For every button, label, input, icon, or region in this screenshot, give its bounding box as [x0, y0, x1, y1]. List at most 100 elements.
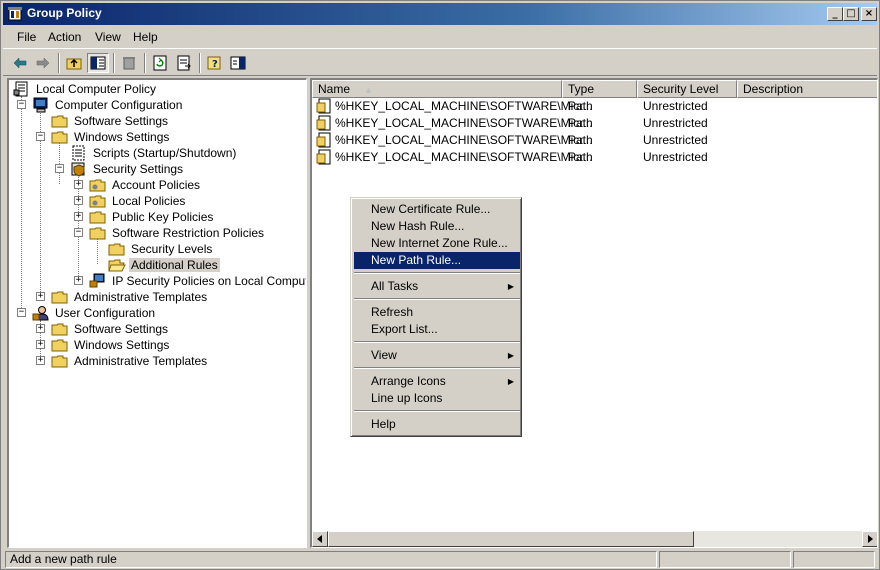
tree-item-user-configuration[interactable]: User Configuration [32, 305, 157, 321]
menu-arrange-icons[interactable]: Arrange Icons ▶ [354, 373, 520, 390]
status-bar: Add a new path rule [3, 550, 877, 569]
collapse-toggle[interactable]: − [17, 100, 26, 109]
collapse-toggle[interactable]: − [36, 132, 45, 141]
show-hide-tree-button[interactable] [87, 53, 109, 73]
console-tree-button[interactable] [227, 53, 249, 73]
horizontal-scrollbar[interactable] [312, 531, 877, 547]
tree-item-security-levels[interactable]: Security Levels [108, 241, 214, 257]
path-rule-icon [316, 115, 331, 131]
column-header-type[interactable]: Type [562, 80, 637, 98]
rule-security-level: Unrestricted [643, 99, 708, 113]
title-bar[interactable]: Group Policy _ □ × [3, 3, 877, 25]
rule-type: Path [568, 116, 593, 130]
expand-toggle[interactable]: + [74, 276, 83, 285]
expand-toggle[interactable]: + [36, 340, 45, 349]
delete-button[interactable] [118, 53, 140, 73]
collapse-toggle[interactable]: − [74, 228, 83, 237]
tree-label: Security Levels [131, 242, 213, 256]
menu-file[interactable]: File [17, 30, 36, 44]
script-icon [72, 145, 85, 161]
forward-icon [36, 57, 50, 69]
menu-help[interactable]: Help [133, 30, 158, 44]
tree-item-software-restriction-policies[interactable]: Software Restriction Policies [89, 225, 266, 241]
list-item[interactable]: %HKEY_LOCAL_MACHINE\SOFTWARE\Micr... Pat… [314, 98, 874, 115]
refresh-button[interactable] [149, 53, 171, 73]
tree-label: Public Key Policies [112, 210, 214, 224]
expand-toggle[interactable]: + [74, 196, 83, 205]
tree-label: Software Settings [74, 322, 169, 336]
menu-export-list[interactable]: Export List... [354, 321, 520, 338]
menu-new-hash-rule[interactable]: New Hash Rule... [354, 218, 520, 235]
user-icon [32, 306, 49, 321]
tree-item-user-administrative-templates[interactable]: Administrative Templates [51, 353, 209, 369]
tree-item-ip-security-policies[interactable]: IP Security Policies on Local Computer [89, 273, 306, 289]
menu-bar: File Action View Help [3, 27, 877, 47]
menu-help[interactable]: Help [354, 416, 520, 433]
column-header-description[interactable]: Description [737, 80, 877, 98]
path-rule-icon [316, 149, 331, 165]
menu-new-certificate-rule[interactable]: New Certificate Rule... [354, 201, 520, 218]
tree-item-user-software-settings[interactable]: Software Settings [51, 321, 170, 337]
tree-label: Administrative Templates [74, 290, 208, 304]
tree-label: Account Policies [112, 178, 201, 192]
maximize-button[interactable]: □ [843, 7, 859, 21]
menu-refresh[interactable]: Refresh [354, 304, 520, 321]
expand-toggle[interactable]: + [74, 212, 83, 221]
tree-item-public-key-policies[interactable]: Public Key Policies [89, 209, 215, 225]
close-button[interactable]: × [861, 7, 877, 21]
tree-label: Windows Settings [74, 338, 170, 352]
back-button[interactable] [9, 53, 31, 73]
expand-toggle[interactable]: + [36, 356, 45, 365]
column-header-security-level[interactable]: Security Level [637, 80, 737, 98]
tree-label: Windows Settings [74, 130, 170, 144]
expand-toggle[interactable]: + [36, 292, 45, 301]
menu-view[interactable]: View ▶ [354, 347, 520, 364]
menu-action[interactable]: Action [48, 30, 81, 44]
window-title: Group Policy [27, 6, 102, 20]
scroll-left-button[interactable] [312, 531, 328, 547]
menu-new-internet-zone-rule[interactable]: New Internet Zone Rule... [354, 235, 520, 252]
expand-toggle[interactable]: + [36, 324, 45, 333]
column-header-name[interactable]: Name ▲ [312, 80, 562, 98]
back-icon [13, 57, 27, 69]
arrow-left-icon [317, 535, 322, 543]
folder-icon [51, 115, 68, 128]
tree-item-administrative-templates[interactable]: Administrative Templates [51, 289, 209, 305]
delete-icon [123, 57, 135, 70]
export-list-button[interactable] [173, 53, 195, 73]
toolbar-separator [58, 53, 60, 73]
tree-item-security-settings[interactable]: Security Settings [70, 161, 185, 177]
menu-view[interactable]: View [95, 30, 121, 44]
collapse-toggle[interactable]: − [17, 308, 26, 317]
scroll-right-button[interactable] [862, 531, 877, 547]
minimize-button[interactable]: _ [827, 7, 843, 21]
console-tree[interactable]: Local Computer Policy − Computer Configu… [7, 78, 307, 548]
tree-label: Local Computer Policy [36, 82, 157, 96]
group-policy-window: Group Policy _ □ × File Action View Help [0, 0, 880, 570]
list-item[interactable]: %HKEY_LOCAL_MACHINE\SOFTWARE\Micr... Pat… [314, 149, 874, 166]
tree-item-user-windows-settings[interactable]: Windows Settings [51, 337, 171, 353]
scrollbar-thumb[interactable] [328, 531, 694, 547]
tree-item-scripts[interactable]: Scripts (Startup/Shutdown) [70, 145, 238, 161]
tree-item-local-computer-policy[interactable]: Local Computer Policy [13, 81, 158, 97]
folder-icon [51, 323, 68, 336]
tree-item-account-policies[interactable]: Account Policies [89, 177, 202, 193]
collapse-toggle[interactable]: − [55, 164, 64, 173]
list-item[interactable]: %HKEY_LOCAL_MACHINE\SOFTWARE\Micr... Pat… [314, 115, 874, 132]
up-one-level-button[interactable] [63, 53, 85, 73]
tree-item-windows-settings[interactable]: Windows Settings [51, 129, 171, 145]
rule-security-level: Unrestricted [643, 150, 708, 164]
help-button[interactable]: ? [204, 53, 226, 73]
tree-item-local-policies[interactable]: Local Policies [89, 193, 187, 209]
tree-item-additional-rules[interactable]: Additional Rules [108, 257, 220, 273]
menu-line-up-icons[interactable]: Line up Icons [354, 390, 520, 407]
tree-item-software-settings[interactable]: Software Settings [51, 113, 170, 129]
list-item[interactable]: %HKEY_LOCAL_MACHINE\SOFTWARE\Micr... Pat… [314, 132, 874, 149]
expand-toggle[interactable]: + [74, 180, 83, 189]
menu-new-path-rule[interactable]: New Path Rule... [354, 252, 520, 269]
forward-button[interactable] [32, 53, 54, 73]
menu-separator [354, 410, 520, 412]
tree-item-computer-configuration[interactable]: Computer Configuration [32, 97, 184, 113]
show-hide-tree-icon [90, 56, 106, 70]
menu-all-tasks[interactable]: All Tasks ▶ [354, 278, 520, 295]
